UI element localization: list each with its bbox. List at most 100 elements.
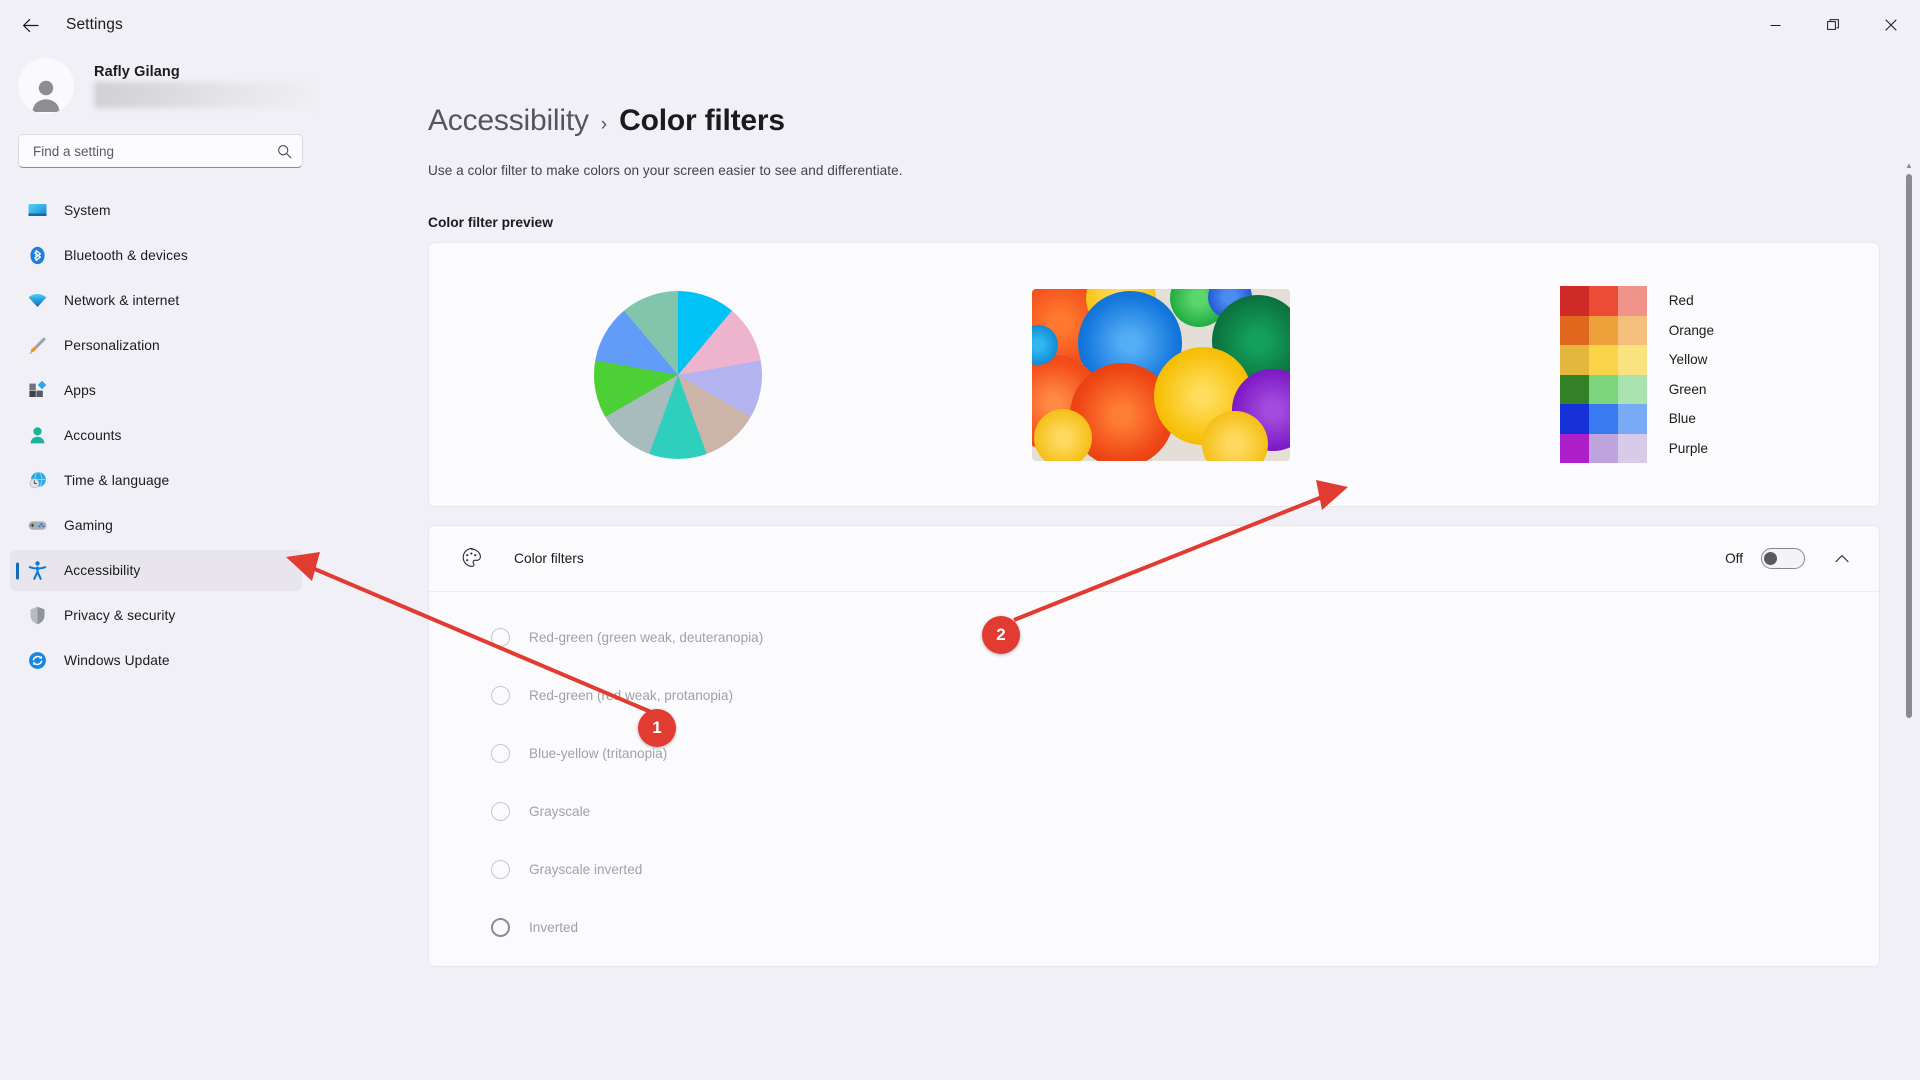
color-filters-card: Color filters Off Red-green (green weak,… [428,525,1880,967]
sidebar-item-label: Privacy & security [64,608,176,623]
color-swatch [1559,286,1589,316]
back-arrow-icon [22,18,39,32]
swatch-row [1559,345,1647,375]
radio-label: Blue-yellow (tritanopia) [529,745,668,761]
monitor-icon [26,200,48,222]
toggle-knob [1764,552,1777,565]
swatch-label: Yellow [1668,352,1708,367]
paintbrush-icon [26,335,48,357]
sidebar-nav: System Bluetooth & devices Network & int… [0,190,302,681]
breadcrumb-parent[interactable]: Accessibility [428,104,589,138]
radio-button[interactable] [491,859,510,879]
radio-label: Grayscale [529,803,591,819]
color-swatch [1617,345,1647,375]
swatch-labels: Red Orange Yellow Green Blue Purple [1669,286,1714,463]
sidebar-item-time-language[interactable]: Time & language [10,460,302,501]
radio-button[interactable] [491,685,510,705]
color-swatch [1588,286,1618,316]
color-filter-option[interactable]: Blue-yellow (tritanopia) [429,724,1879,782]
toggle-state-label: Off [1725,551,1743,566]
page-description: Use a color filter to make colors on you… [428,163,903,178]
sidebar-item-label: Bluetooth & devices [64,248,188,263]
bluetooth-icon [26,245,48,267]
radio-button[interactable] [491,801,510,821]
color-filter-option[interactable]: Inverted [429,898,1879,956]
gamepad-icon [26,515,48,537]
back-button[interactable] [11,6,49,44]
swatch-label: Purple [1668,440,1708,456]
preview-section-title: Color filter preview [428,215,553,230]
search-box[interactable] [18,134,303,168]
collapse-expand-button[interactable] [1827,544,1857,574]
sidebar-item-label: Windows Update [64,653,170,668]
swatch-label: Red [1668,293,1694,308]
swatch-row [1559,404,1647,434]
maximize-button[interactable] [1804,0,1862,50]
user-profile[interactable]: Rafly Gilang [0,50,318,128]
minimize-button[interactable] [1746,0,1804,50]
color-swatch [1617,433,1647,463]
sidebar-item-apps[interactable]: Apps [10,370,302,411]
scroll-up-arrow-icon[interactable]: ▲ [1905,162,1913,170]
radio-label: Inverted [529,919,579,935]
vertical-scrollbar[interactable]: ▲ [1902,162,1916,722]
sidebar-item-label: System [64,203,111,218]
person-avatar-icon [32,80,60,112]
sidebar-item-accessibility[interactable]: Accessibility [10,550,302,591]
clock-globe-icon [26,470,48,492]
color-filter-option[interactable]: Grayscale inverted [429,840,1879,898]
color-filters-header[interactable]: Color filters Off [429,526,1879,592]
sidebar: Rafly Gilang Find a setting System Bluet… [0,50,320,1080]
page-title: Color filters [619,104,785,137]
sidebar-item-system[interactable]: System [10,190,302,231]
search-icon [278,144,292,158]
color-filter-option[interactable]: Grayscale [429,782,1879,840]
swatch-row [1559,286,1647,316]
profile-text: Rafly Gilang [94,64,318,108]
wifi-icon [26,290,48,312]
radio-label: Grayscale inverted [529,861,643,877]
scrollbar-track[interactable] [1906,174,1912,718]
swatch-label: Green [1668,381,1707,397]
colorful-paper-fans-photo [1031,288,1290,461]
search-input[interactable] [33,143,277,159]
close-button[interactable] [1862,0,1920,50]
chevron-up-icon [1835,555,1849,563]
color-swatch [1559,404,1589,434]
accessibility-icon [26,560,48,582]
radio-button[interactable] [491,743,510,763]
radio-button[interactable] [491,627,510,647]
color-swatch [1559,374,1589,404]
window-title: Settings [66,16,123,33]
radio-label: Red-green (red weak, protanopia) [529,687,734,703]
color-filter-option[interactable]: Red-green (green weak, deuteranopia) [429,608,1879,666]
close-icon [1885,19,1897,31]
sidebar-item-network-internet[interactable]: Network & internet [10,280,302,321]
color-swatch [1617,374,1647,404]
sidebar-item-label: Accessibility [64,563,141,578]
sidebar-item-personalization[interactable]: Personalization [10,325,302,366]
radio-button[interactable] [491,917,510,937]
color-swatch [1588,404,1618,434]
swatch-row [1559,315,1647,345]
sidebar-item-label: Accounts [64,428,122,443]
sidebar-item-privacy-security[interactable]: Privacy & security [10,595,302,636]
scrollbar-thumb[interactable] [1906,174,1912,718]
color-swatch [1617,286,1647,316]
color-filter-option[interactable]: Red-green (red weak, protanopia) [429,666,1879,724]
sidebar-item-accounts[interactable]: Accounts [10,415,302,456]
color-swatch [1559,345,1589,375]
breadcrumb: Accessibility › Color filters [428,104,1880,138]
person-icon [26,425,48,447]
color-filters-controls: Off [1725,544,1857,574]
palette-icon [457,546,485,571]
sidebar-item-windows-update[interactable]: Windows Update [10,640,302,681]
window-body: Rafly Gilang Find a setting System Bluet… [0,50,1920,1080]
sidebar-item-gaming[interactable]: Gaming [10,505,302,546]
main-content: Accessibility › Color filters Use a colo… [320,50,1920,1080]
settings-window: Settings Rafly Gilang Find a setting Sys… [0,0,1920,1080]
color-filters-toggle[interactable] [1761,548,1805,569]
swatch-grid [1559,286,1647,463]
sidebar-item-bluetooth-devices[interactable]: Bluetooth & devices [10,235,302,276]
sidebar-item-label: Personalization [64,338,160,353]
